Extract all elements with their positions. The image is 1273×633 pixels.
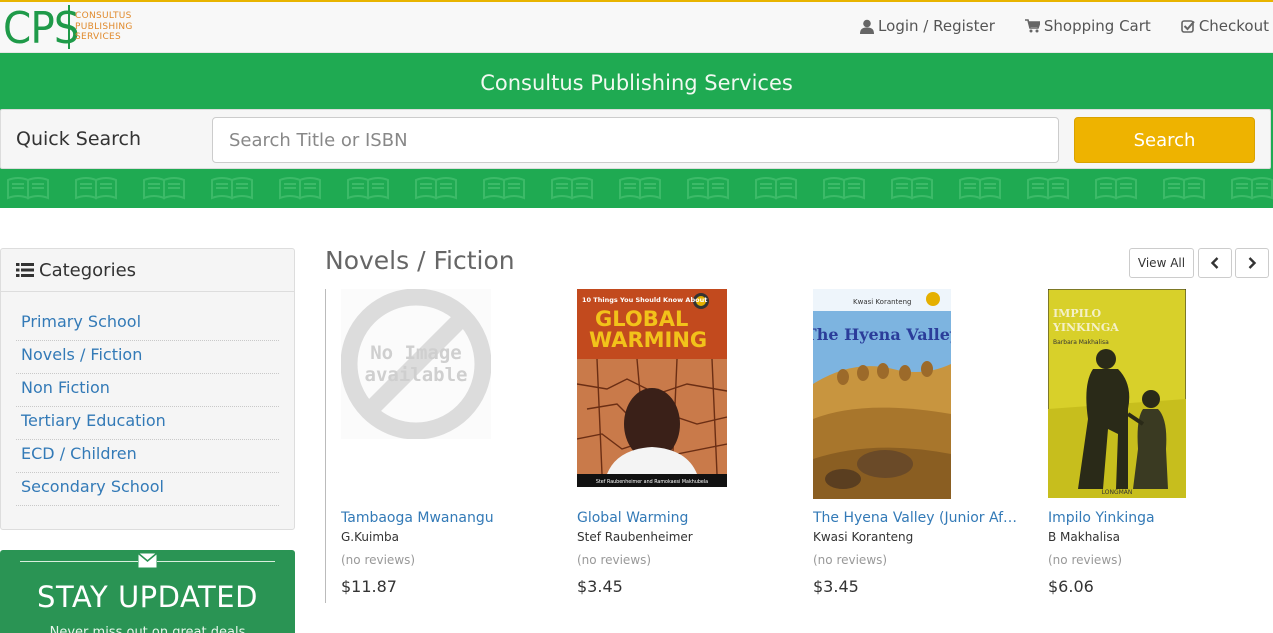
no-image-text-1: No Image <box>370 342 462 364</box>
product-card: 10 Things You Should Know About GLOBAL W… <box>577 289 797 596</box>
category-novels-fiction[interactable]: Novels / Fiction <box>16 341 279 374</box>
hero-banner: Consultus Publishing Services Quick Sear… <box>0 53 1273 208</box>
product-cover[interactable]: Kwasi Koranteng The Hyena Valley <box>813 289 951 499</box>
section-title: Novels / Fiction <box>325 246 515 275</box>
newsletter-title: STAY UPDATED <box>37 580 258 614</box>
product-reviews: (no reviews) <box>813 553 888 567</box>
login-register-link[interactable]: Login / Register <box>860 17 995 35</box>
category-secondary-school[interactable]: Secondary School <box>16 473 279 506</box>
cover-authors: Stef Raubenheimer and Ramokaesi Makhubel… <box>596 479 708 485</box>
product-cover[interactable]: 10 Things You Should Know About GLOBAL W… <box>577 289 727 487</box>
chevron-left-icon <box>1210 257 1219 269</box>
categories-heading: Categories <box>39 259 137 281</box>
category-non-fiction[interactable]: Non Fiction <box>16 374 279 407</box>
product-price: $6.06 <box>1048 577 1094 596</box>
logo-line-1: CONSULTUS <box>75 11 132 21</box>
banner-title: Consultus Publishing Services <box>480 71 793 95</box>
product-price: $3.45 <box>813 577 859 596</box>
carousel-next-button[interactable] <box>1235 248 1269 278</box>
product-title[interactable]: The Hyena Valley (Junior African Writers… <box>813 510 1018 526</box>
checkout-link[interactable]: Checkout <box>1181 17 1269 35</box>
product-author: Stef Raubenheimer <box>577 530 693 544</box>
product-cover[interactable]: IMPILO YINKINGA Barbara Makhalisa LONGMA… <box>1048 289 1186 498</box>
product-price: $11.87 <box>341 577 397 596</box>
user-icon <box>860 19 875 34</box>
view-all-button[interactable]: View All <box>1129 248 1194 278</box>
shopping-cart-link[interactable]: Shopping Cart <box>1024 17 1151 35</box>
categories-header: Categories <box>1 249 294 292</box>
search-button[interactable]: Search <box>1074 117 1255 163</box>
product-author: B Makhalisa <box>1048 530 1120 544</box>
shopping-cart-label: Shopping Cart <box>1043 17 1151 35</box>
category-tertiary-education[interactable]: Tertiary Education <box>16 407 279 440</box>
logo-line-3: SERVICES <box>75 32 122 42</box>
product-reviews: (no reviews) <box>341 553 416 567</box>
checkout-label: Checkout <box>1198 17 1269 35</box>
product-card: Kwasi Koranteng The Hyena Valley The Hye… <box>813 289 1033 596</box>
logo-line-2: PUBLISHING <box>75 21 133 32</box>
product-author: Kwasi Koranteng <box>813 530 914 544</box>
product-title[interactable]: Impilo Yinkinga <box>1048 510 1253 526</box>
cart-icon <box>1024 19 1040 33</box>
site-logo[interactable]: CPS <box>3 4 85 54</box>
cover-title-1: IMPILO <box>1053 307 1101 320</box>
cover-author: Kwasi Koranteng <box>853 298 911 306</box>
product-carousel: No Image available Tambaoga Mwanangu G.K… <box>325 289 1273 603</box>
hyena-valley-cover-image: Kwasi Koranteng The Hyena Valley <box>813 289 951 499</box>
newsletter-box: STAY UPDATED Never miss out on great dea… <box>0 550 295 633</box>
top-nav: Login / Register Shopping Cart Checkout <box>830 17 1269 35</box>
product-price: $3.45 <box>577 577 623 596</box>
product-reviews: (no reviews) <box>577 553 652 567</box>
cover-author: Barbara Makhalisa <box>1053 339 1109 346</box>
product-cover-placeholder[interactable]: No Image available <box>341 289 491 439</box>
carousel-prev-button[interactable] <box>1198 248 1232 278</box>
product-author: G.Kuimba <box>341 530 399 544</box>
logo-wordmark: CONSULTUS PUBLISHING SERVICES <box>75 11 133 43</box>
search-input[interactable] <box>212 117 1059 163</box>
chevron-right-icon <box>1248 257 1257 269</box>
quick-search-label: Quick Search <box>16 128 142 150</box>
categories-panel: Categories Primary School Novels / Ficti… <box>0 248 295 530</box>
cover-title-2: YINKINGA <box>1052 321 1119 334</box>
categories-list: Primary School Novels / Fiction Non Fict… <box>1 292 294 506</box>
cover-title-2: WARMING <box>589 328 707 352</box>
product-title[interactable]: Tambaoga Mwanangu <box>341 510 546 526</box>
product-card: IMPILO YINKINGA Barbara Makhalisa LONGMA… <box>1048 289 1268 596</box>
cover-title: The Hyena Valley <box>813 325 951 344</box>
cover-publisher: LONGMAN <box>1102 489 1133 496</box>
newsletter-rule-right <box>157 561 275 562</box>
newsletter-rule-left <box>20 561 138 562</box>
product-title[interactable]: Global Warming <box>577 510 782 526</box>
global-warming-cover-image: 10 Things You Should Know About GLOBAL W… <box>577 289 727 487</box>
quick-search-bar: Quick Search Search <box>0 109 1271 169</box>
book-pattern-decoration <box>0 168 1273 208</box>
newsletter-subtitle: Never miss out on great deals <box>49 625 246 633</box>
envelope-icon <box>138 553 157 568</box>
checkbox-check-icon <box>1181 20 1195 33</box>
list-icon <box>16 263 34 277</box>
product-reviews: (no reviews) <box>1048 553 1123 567</box>
no-image-text-2: available <box>365 364 468 386</box>
category-ecd-children[interactable]: ECD / Children <box>16 440 279 473</box>
product-card: No Image available Tambaoga Mwanangu G.K… <box>341 289 561 596</box>
no-image-icon: No Image available <box>341 289 491 439</box>
logo-divider <box>68 5 70 49</box>
login-register-label: Login / Register <box>878 17 995 35</box>
top-bar: CPS CONSULTUS PUBLISHING SERVICES Login … <box>0 0 1273 53</box>
impilo-yinkinga-cover-image: IMPILO YINKINGA Barbara Makhalisa LONGMA… <box>1048 289 1186 498</box>
category-primary-school[interactable]: Primary School <box>16 308 279 341</box>
cover-kicker: 10 Things You Should Know About <box>582 296 707 304</box>
